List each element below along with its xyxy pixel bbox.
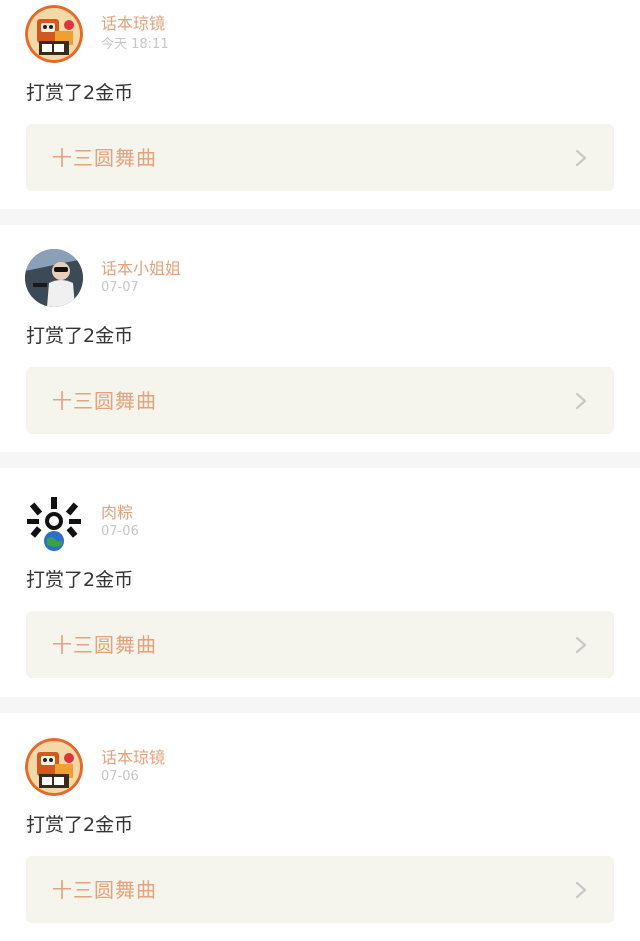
timestamp: 07-06	[101, 524, 139, 539]
chevron-right-icon	[574, 148, 588, 168]
action-text: 打赏了2金币	[26, 325, 134, 347]
chevron-right-icon	[574, 391, 588, 411]
work-title: 十三圆舞曲	[52, 633, 157, 657]
robot-mascot-avatar-icon	[25, 5, 83, 63]
work-link[interactable]: 十三圆舞曲	[26, 611, 614, 678]
username[interactable]: 肉粽	[101, 503, 133, 523]
work-link[interactable]: 十三圆舞曲	[26, 124, 614, 191]
action-text: 打赏了2金币	[26, 814, 134, 836]
timestamp: 今天 18:11	[101, 37, 169, 52]
work-link[interactable]: 十三圆舞曲	[26, 367, 614, 434]
feed-item: 肉粽 07-06 打赏了2金币 十三圆舞曲	[0, 468, 640, 678]
username[interactable]: 话本琼镜	[101, 14, 165, 34]
separator	[0, 697, 640, 713]
feed-item: 话本琼镜 07-06 打赏了2金币 十三圆舞曲	[0, 713, 640, 923]
robot-mascot-avatar-icon	[25, 738, 83, 796]
separator	[0, 209, 640, 225]
avatar[interactable]	[25, 5, 83, 63]
timestamp: 07-07	[101, 280, 139, 295]
action-text: 打赏了2金币	[26, 569, 134, 591]
earth-icon-avatar-icon	[25, 493, 83, 551]
feed-item: 话本琼镜 今天 18:11 打赏了2金币 十三圆舞曲	[0, 2, 640, 209]
photo-person-avatar-icon	[25, 249, 83, 307]
work-link[interactable]: 十三圆舞曲	[26, 856, 614, 923]
work-title: 十三圆舞曲	[52, 878, 157, 902]
username[interactable]: 话本小姐姐	[101, 259, 181, 279]
timestamp: 07-06	[101, 769, 139, 784]
action-text: 打赏了2金币	[26, 82, 134, 104]
work-title: 十三圆舞曲	[52, 146, 157, 170]
feed-item: 话本小姐姐 07-07 打赏了2金币 十三圆舞曲	[0, 225, 640, 434]
avatar[interactable]	[25, 493, 83, 551]
work-title: 十三圆舞曲	[52, 389, 157, 413]
avatar[interactable]	[25, 738, 83, 796]
avatar[interactable]	[25, 249, 83, 307]
separator	[0, 452, 640, 468]
chevron-right-icon	[574, 880, 588, 900]
username[interactable]: 话本琼镜	[101, 748, 165, 768]
chevron-right-icon	[574, 635, 588, 655]
